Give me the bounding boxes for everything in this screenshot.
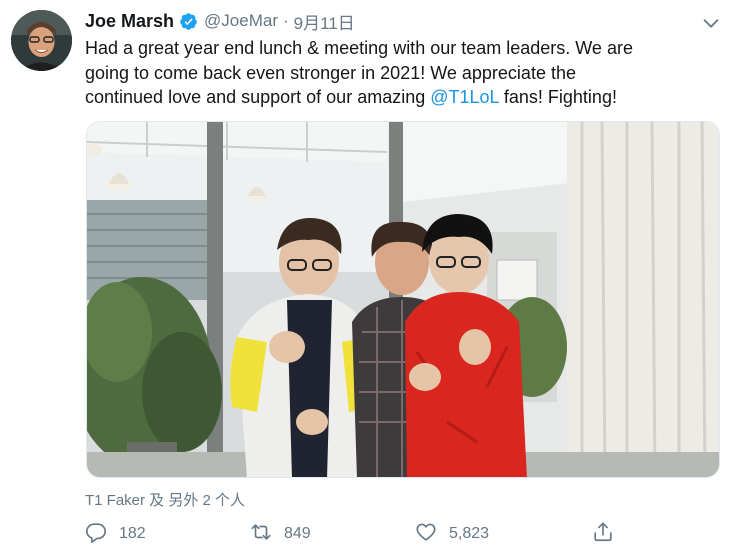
like-button[interactable]: 5,823 bbox=[415, 520, 489, 548]
tweet-text-line-1: Had a great year end lunch & meeting wit… bbox=[85, 38, 633, 58]
avatar-image bbox=[11, 10, 72, 71]
tweet-header: Joe Marsh @JoeMar · 9月11日 bbox=[85, 9, 355, 33]
share-button[interactable] bbox=[592, 520, 614, 548]
avatar[interactable] bbox=[11, 10, 72, 71]
tagged-people[interactable]: T1 Faker 及 另外 2 个人 bbox=[85, 489, 245, 510]
display-name[interactable]: Joe Marsh bbox=[85, 11, 174, 32]
reply-count: 182 bbox=[119, 525, 146, 542]
reply-button[interactable]: 182 bbox=[85, 520, 146, 548]
user-handle[interactable]: @JoeMar bbox=[204, 11, 278, 31]
tagged-people-text[interactable]: T1 Faker 及 另外 2 个人 bbox=[85, 489, 245, 510]
mention-link[interactable]: @T1LoL bbox=[430, 87, 499, 107]
photo-image bbox=[87, 122, 719, 477]
tweet-text-line-2: going to come back even stronger in 2021… bbox=[85, 62, 576, 83]
tweet-text-line-3-prefix: continued love and support of our amazin… bbox=[85, 87, 431, 107]
reply-icon bbox=[85, 521, 107, 548]
retweet-button[interactable]: 849 bbox=[250, 520, 311, 548]
tweet-actions: 182 849 5,823 bbox=[85, 520, 725, 548]
tweet-text-line-3: continued love and support of our amazin… bbox=[85, 85, 720, 110]
tweet-text-line-3-suffix: fans! Fighting! bbox=[498, 87, 617, 107]
tweet-card[interactable]: Joe Marsh @JoeMar · 9月11日 Had a great ye… bbox=[0, 0, 734, 553]
share-icon bbox=[592, 521, 614, 548]
tweet-date[interactable]: 9月11日 bbox=[294, 9, 355, 34]
like-count: 5,823 bbox=[449, 525, 490, 542]
verified-badge-icon bbox=[179, 12, 198, 31]
heart-icon bbox=[415, 521, 437, 548]
retweet-count: 849 bbox=[284, 525, 311, 542]
tweet-text: Had a great year end lunch & meeting wit… bbox=[85, 36, 720, 110]
chevron-down-icon[interactable] bbox=[700, 12, 722, 34]
retweet-icon bbox=[250, 521, 272, 548]
separator-dot: · bbox=[283, 11, 289, 30]
tweet-photo[interactable] bbox=[86, 121, 720, 478]
